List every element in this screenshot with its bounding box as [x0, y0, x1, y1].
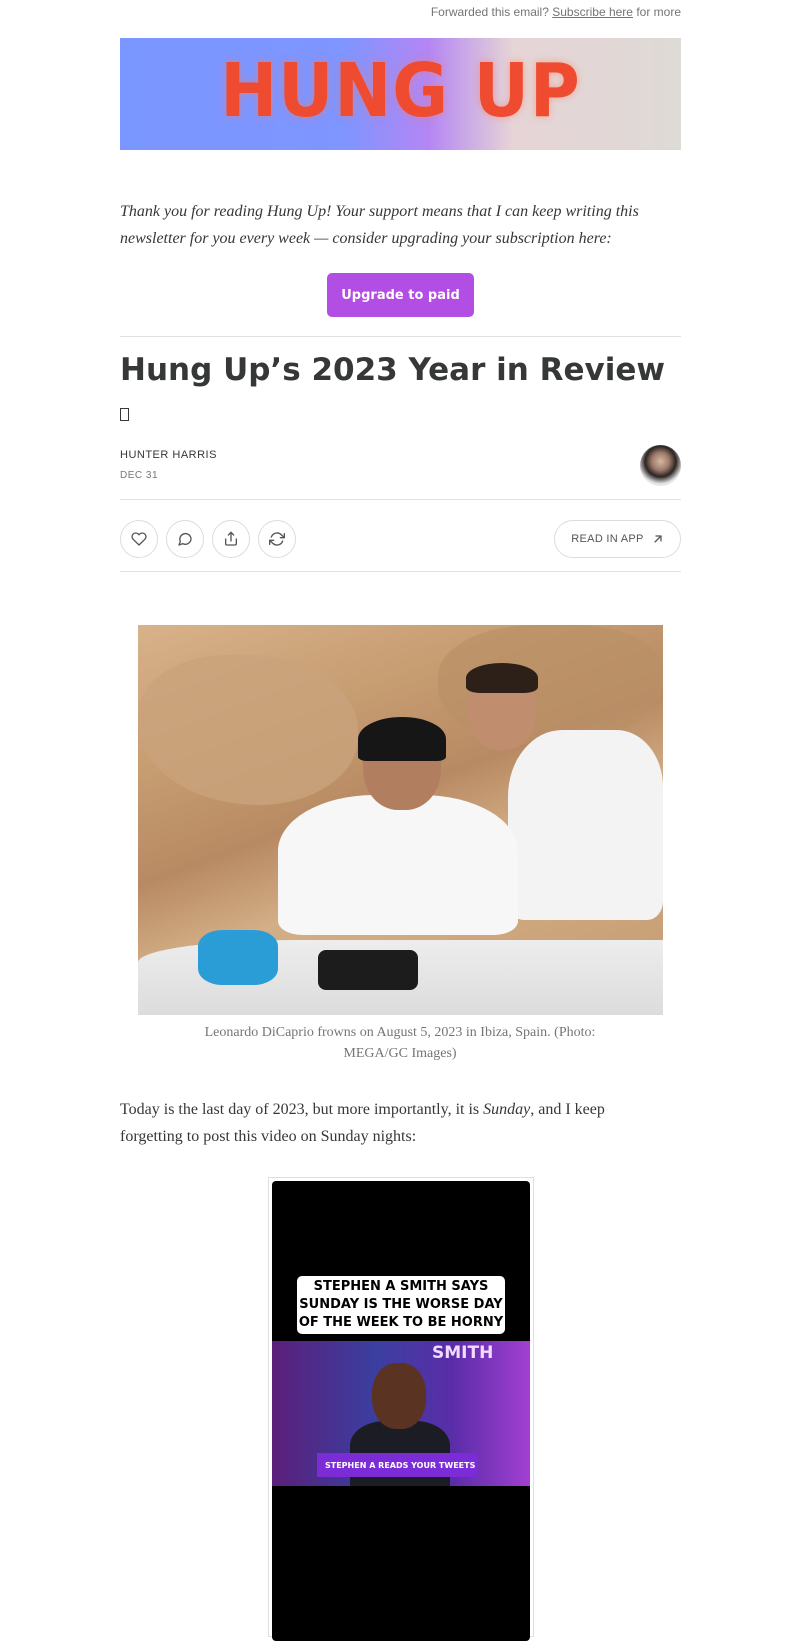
body-paragraph: Today is the last day of 2023, but more … [120, 1096, 660, 1150]
publication-logo: HUNG UP [220, 48, 581, 134]
share-icon [225, 531, 237, 546]
video-host [372, 1363, 426, 1429]
publication-banner[interactable]: HUNG UP [120, 38, 681, 150]
body-text-emphasis: Sunday [483, 1101, 531, 1118]
like-button[interactable] [120, 520, 158, 558]
avatar[interactable] [640, 445, 681, 486]
intro-text: Thank you for reading Hung Up! Your supp… [120, 203, 639, 247]
post-date: DEC 31 [120, 470, 159, 481]
comment-icon [178, 532, 192, 546]
photo-person [358, 717, 446, 761]
embedded-video[interactable]: STEPHEN A SMITH SAYS SUNDAY IS THE WORSE… [268, 1177, 534, 1641]
author-name[interactable]: HUNTER HARRIS [120, 449, 217, 461]
upgrade-button[interactable]: Upgrade to paid [327, 273, 474, 317]
divider [120, 336, 681, 337]
video-caption: STEPHEN A SMITH SAYS SUNDAY IS THE WORSE… [297, 1276, 505, 1334]
photo-rock [138, 655, 358, 805]
restack-button[interactable] [258, 520, 296, 558]
post-title[interactable]: Hung Up’s 2023 Year in Review [120, 352, 665, 388]
photo-person [508, 730, 663, 920]
photo-person [466, 663, 538, 693]
heart-icon [131, 532, 147, 546]
missing-glyph-icon [120, 408, 129, 421]
video-still: SMITH STEPHEN A READS YOUR TWEETS [272, 1341, 530, 1486]
forward-notice: Forwarded this email? Subscribe here for… [431, 5, 681, 19]
forward-suffix: for more [636, 5, 681, 19]
divider [120, 499, 681, 500]
read-in-app-button[interactable]: READ IN APP [554, 520, 681, 558]
photo-caption: Leonardo DiCaprio frowns on August 5, 20… [204, 1025, 596, 1061]
share-button[interactable] [212, 520, 250, 558]
forward-prefix: Forwarded this email? [430, 5, 549, 19]
photo-towel [198, 930, 278, 985]
photo-bag [318, 950, 418, 990]
body-text-start: Today is the last day of 2023, but more … [120, 1101, 484, 1118]
lower-third: STEPHEN A READS YOUR TWEETS [317, 1453, 477, 1477]
article-photo[interactable] [138, 625, 663, 1015]
video-player[interactable]: STEPHEN A SMITH SAYS SUNDAY IS THE WORSE… [272, 1181, 530, 1641]
divider [120, 571, 681, 572]
restack-icon [269, 532, 285, 546]
comment-button[interactable] [166, 520, 204, 558]
show-logo: SMITH [432, 1343, 494, 1363]
subscribe-link[interactable]: Subscribe here [552, 5, 633, 19]
arrow-up-right-icon [654, 535, 662, 543]
read-in-app-label: READ IN APP [571, 533, 644, 545]
photo-person [278, 795, 518, 935]
